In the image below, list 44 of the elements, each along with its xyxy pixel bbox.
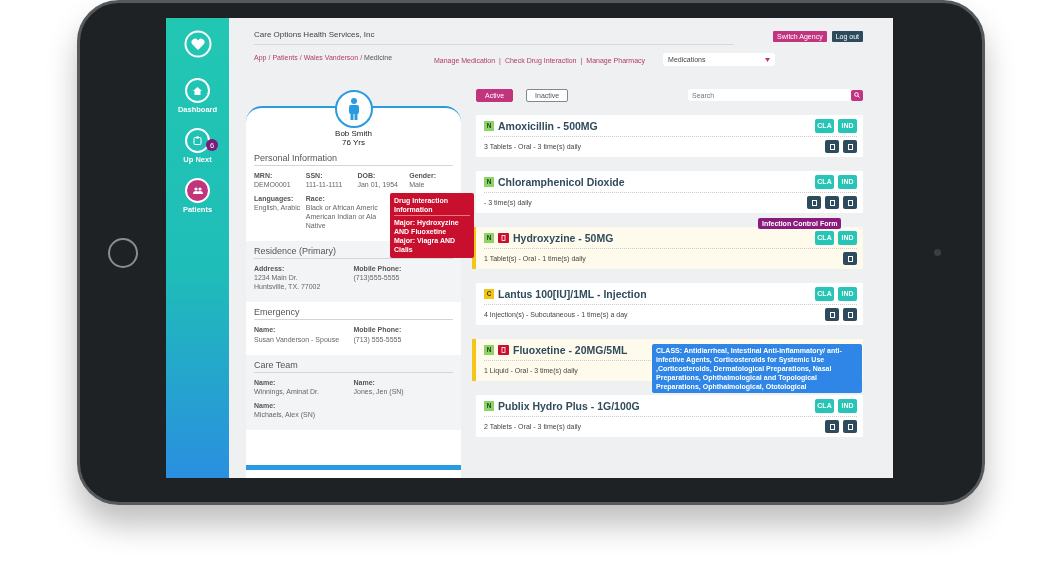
caret-icon [765,57,771,62]
home-button[interactable] [108,237,138,268]
medication-name: Chloramphenicol Dioxide [498,175,625,188]
document-button[interactable] [807,196,821,209]
document-icon [829,199,835,206]
medication-name: Hydroxyzine - 50MG [513,231,614,244]
document-button[interactable] [825,420,839,433]
search-icon [854,92,860,98]
section-title: Emergency [254,307,453,321]
document-button[interactable] [825,196,839,209]
medication-name: Amoxicillin - 500MG [498,119,598,132]
section-title: Personal Information [254,152,453,166]
document-button[interactable] [843,420,857,433]
home-icon [193,86,202,95]
organization-title: Care Options Health Services, Inc [254,24,734,45]
alert-icon[interactable] [498,344,509,355]
document-icon [811,199,817,206]
document-button[interactable] [843,252,857,265]
document-button[interactable] [825,140,839,153]
alert-icon[interactable] [498,232,509,243]
document-icon [847,423,853,430]
heart-logo-icon [183,30,212,58]
document-icon [847,255,853,262]
medication-name: Lantus 100[IU]/1ML - Injection [498,287,647,300]
search-button[interactable] [851,89,863,101]
document-icon [847,143,853,150]
medication-name: Publix Hydro Plus - 1G/100G [498,399,640,412]
camera-icon [934,249,941,256]
document-icon [847,311,853,318]
document-icon [829,143,835,150]
document-icon [829,423,835,430]
patient-name: Bob Smith [334,130,373,139]
person-icon [347,98,360,120]
document-icon [847,199,853,206]
patient-age: 76 Yrs [341,138,366,148]
document-icon [829,311,835,318]
document-button[interactable] [825,308,839,321]
clipboard-icon [193,136,202,145]
people-icon [192,187,203,194]
document-button[interactable] [843,140,857,153]
document-button[interactable] [843,308,857,321]
document-button[interactable] [843,196,857,209]
medication-name: Fluoxetine - 20MG/5ML [513,343,628,356]
section-title: Care Team [254,359,453,373]
